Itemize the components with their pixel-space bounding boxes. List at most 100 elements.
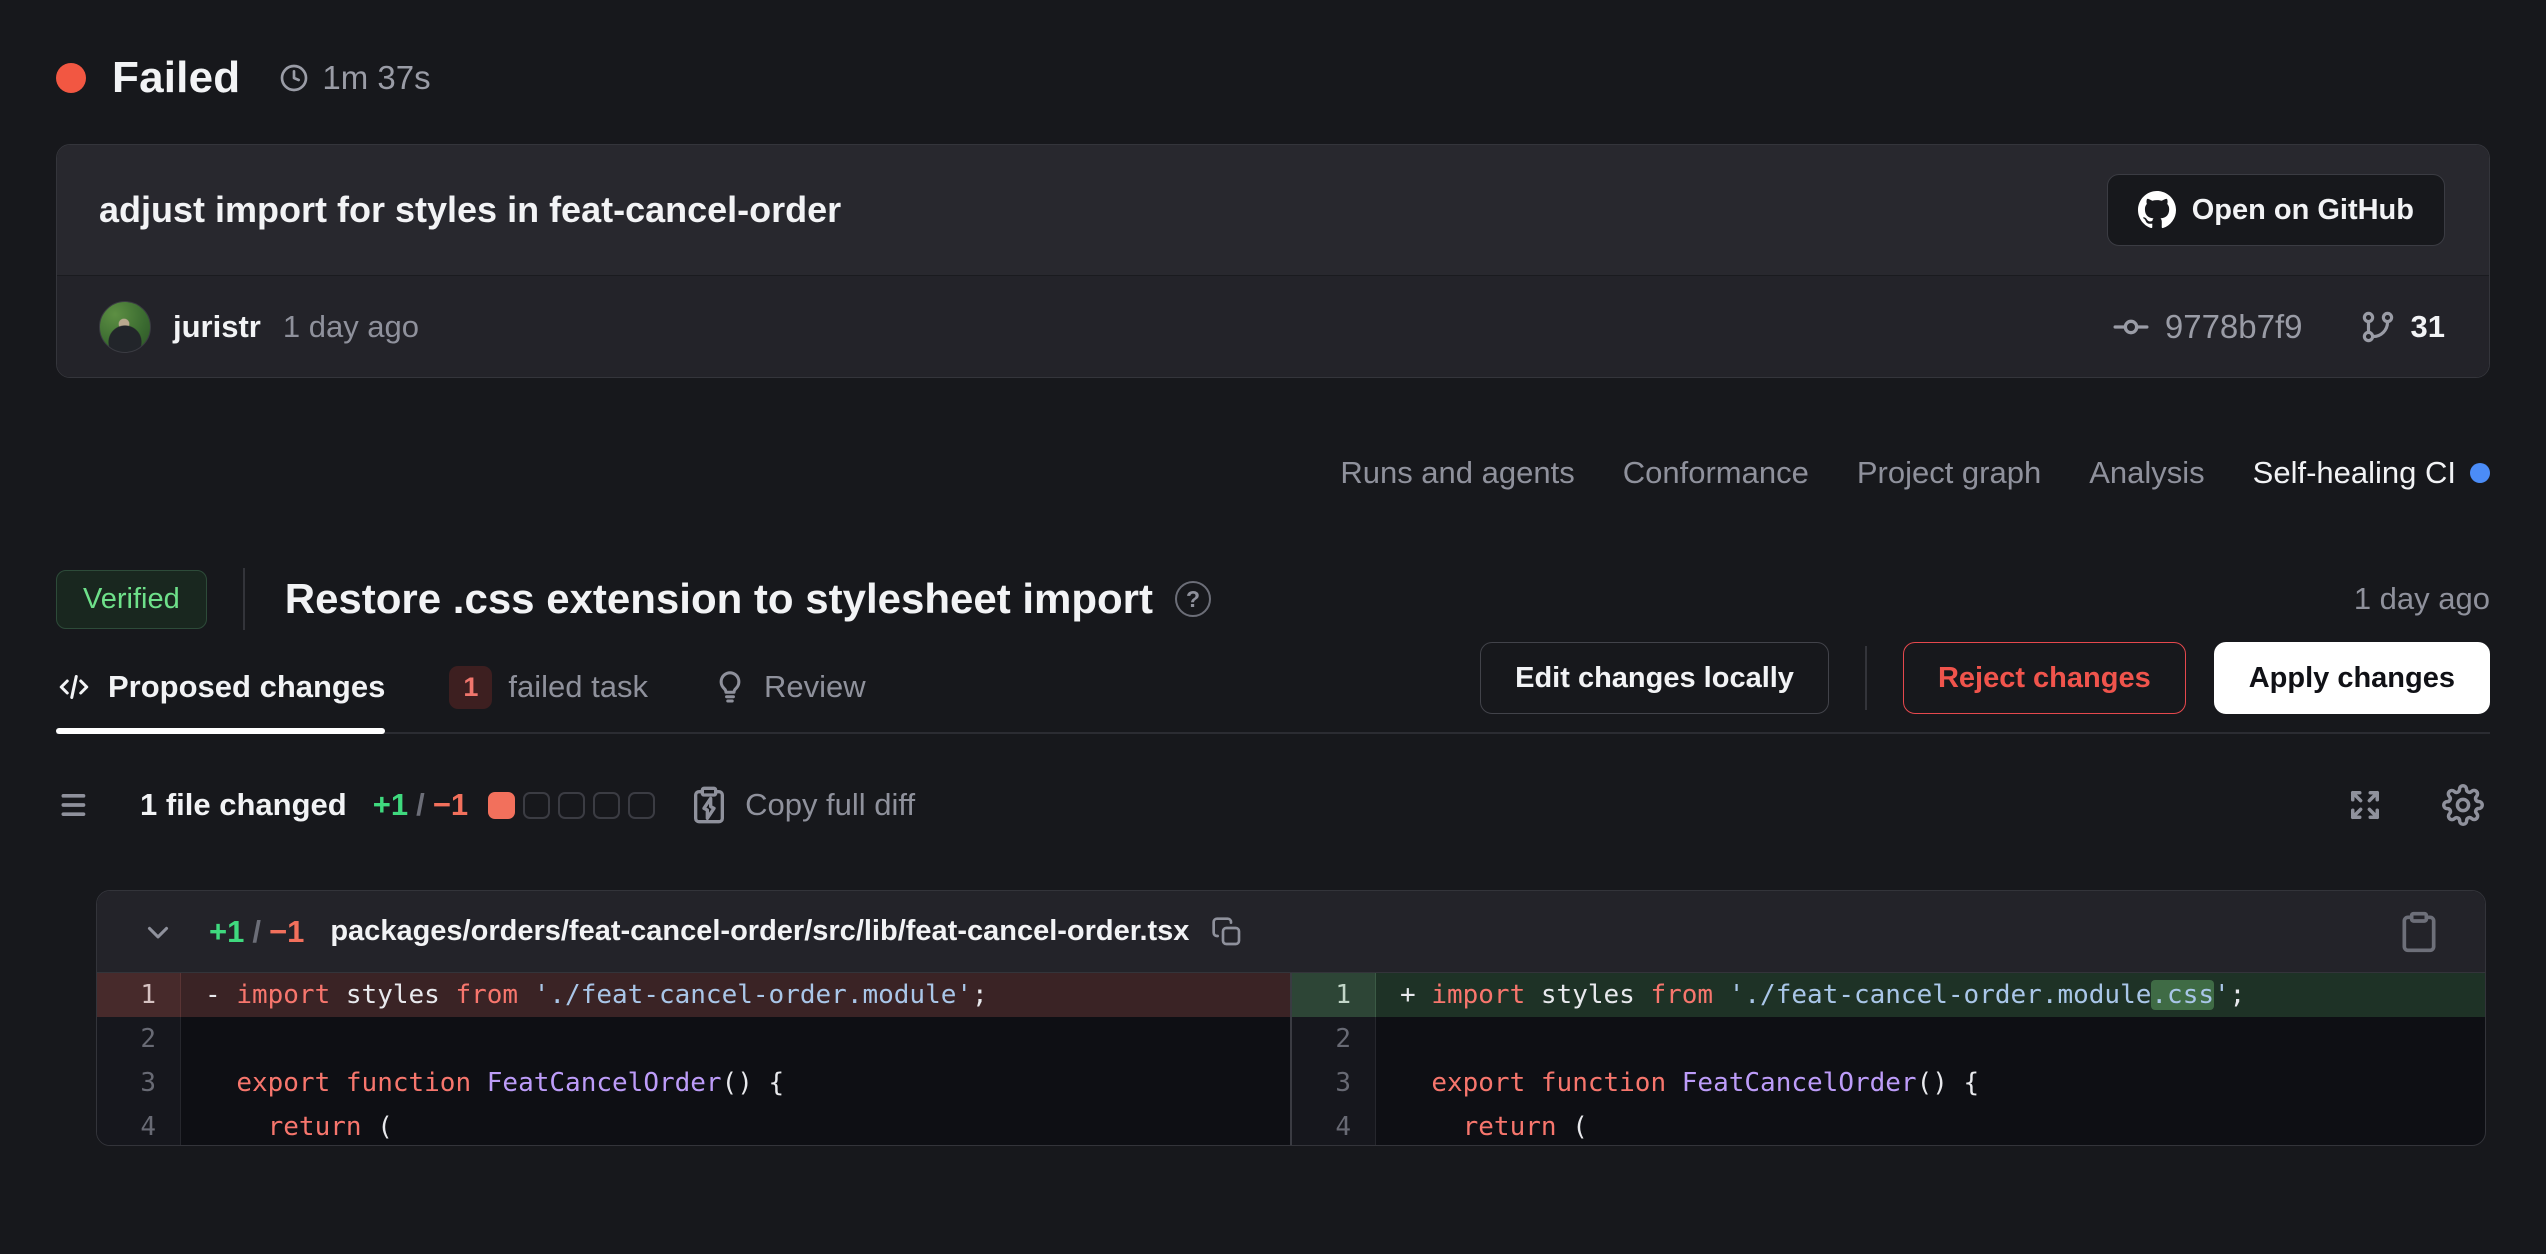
tab-label: failed task	[508, 669, 648, 705]
top-nav: Runs and agents Conformance Project graph A…	[56, 444, 2490, 502]
nav-item-runs-and-agents[interactable]: Runs and agents	[1340, 455, 1574, 491]
lightbulb-icon	[712, 669, 748, 705]
nav-item-project-graph[interactable]: Project graph	[1857, 455, 2041, 491]
open-on-github-button[interactable]: Open on GitHub	[2107, 174, 2445, 246]
author-name: juristr	[173, 309, 261, 345]
apply-changes-button[interactable]: Apply changes	[2214, 642, 2490, 714]
code-text: return (	[181, 1105, 1290, 1145]
branch-count-label: 31	[2411, 309, 2445, 345]
diff-settings-button[interactable]	[2442, 784, 2484, 826]
file-additions: +1	[209, 914, 244, 950]
line-number: 4	[97, 1105, 181, 1145]
expand-diff-button[interactable]	[2344, 784, 2386, 826]
commit-title: adjust import for styles in feat-cancel-…	[99, 189, 841, 231]
tab-review[interactable]: Review	[712, 642, 866, 732]
diff-toolbar-right	[2344, 784, 2490, 826]
failed-count-badge: 1	[449, 666, 492, 709]
verified-badge: Verified	[56, 570, 207, 629]
pipeline-duration: 1m 37s	[278, 59, 430, 97]
diff-line: 3 export function FeatCancelOrder() {	[97, 1061, 1290, 1105]
actions-divider	[1865, 646, 1867, 710]
tab-failed-task[interactable]: 1 failed task	[449, 642, 648, 732]
gear-icon	[2442, 784, 2484, 826]
nav-item-label: Analysis	[2089, 455, 2204, 491]
copy-full-diff-label: Copy full diff	[745, 787, 915, 823]
commit-hash[interactable]: 9778b7f9	[2111, 307, 2303, 347]
diff-line: 4 return (	[97, 1105, 1290, 1145]
collapse-file-button[interactable]	[141, 915, 175, 949]
diff-line: 3 export function FeatCancelOrder() {	[1292, 1061, 2485, 1105]
code-text: export function FeatCancelOrder() {	[1376, 1061, 2485, 1105]
line-number: 3	[97, 1061, 181, 1105]
diff-pane-after: 1+ import styles from './feat-cancel-ord…	[1292, 973, 2485, 1145]
additions-count: +1	[373, 787, 408, 823]
commit-meta: 9778b7f9 31	[2111, 307, 2445, 347]
help-icon[interactable]: ?	[1175, 581, 1211, 617]
copy-file-diff-button[interactable]	[2397, 910, 2441, 954]
fix-time: 1 day ago	[2354, 581, 2490, 617]
diff-line: 2	[97, 1017, 1290, 1061]
copy-full-diff-button[interactable]: Copy full diff	[689, 785, 915, 825]
diff-stat-block	[488, 792, 515, 819]
diff-panel: +1 / −1 packages/orders/feat-cancel-orde…	[96, 890, 2486, 1146]
file-stat-separator: /	[252, 914, 261, 950]
file-list-toggle-button[interactable]	[56, 783, 100, 827]
fix-tabs: Proposed changes 1 failed task Review	[56, 642, 866, 732]
nav-item-analysis[interactable]: Analysis	[2089, 455, 2204, 491]
self-healing-ci-page: Failed 1m 37s adjust import for styles i…	[0, 0, 2546, 1254]
diff-line: 1- import styles from './feat-cancel-ord…	[97, 973, 1290, 1017]
tab-proposed-changes[interactable]: Proposed changes	[56, 642, 385, 732]
code-text: return (	[1376, 1105, 2485, 1145]
diff-stat-block	[558, 792, 585, 819]
clipboard-file-icon	[2397, 910, 2441, 954]
nav-item-conformance[interactable]: Conformance	[1623, 455, 1809, 491]
commit-time: 1 day ago	[283, 309, 419, 345]
tab-label: Review	[764, 669, 866, 705]
pipeline-status-row: Failed 1m 37s	[56, 46, 2490, 110]
tab-label: Proposed changes	[108, 669, 385, 705]
file-deletions: −1	[269, 914, 304, 950]
diff-line: 1+ import styles from './feat-cancel-ord…	[1292, 973, 2485, 1017]
code-text	[1376, 1017, 2485, 1061]
git-branch-icon	[2359, 308, 2397, 346]
nav-item-label: Runs and agents	[1340, 455, 1574, 491]
diff-toolbar: 1 file changed +1 / −1 Copy full diff	[56, 776, 2490, 834]
pipeline-status-label: Failed	[112, 53, 240, 103]
fix-actions: Edit changes locally Reject changes Appl…	[1480, 642, 2490, 732]
chevron-down-icon	[141, 915, 175, 949]
deletions-count: −1	[433, 787, 468, 823]
reject-changes-button[interactable]: Reject changes	[1903, 642, 2186, 714]
commit-hash-label: 9778b7f9	[2165, 308, 2303, 346]
notification-dot	[2470, 463, 2490, 483]
pipeline-duration-label: 1m 37s	[322, 59, 430, 97]
diff-code-area: 1- import styles from './feat-cancel-ord…	[97, 973, 2485, 1145]
code-icon	[56, 669, 92, 705]
open-on-github-label: Open on GitHub	[2192, 194, 2414, 227]
line-number: 4	[1292, 1105, 1376, 1145]
commit-card-header: adjust import for styles in feat-cancel-…	[57, 145, 2489, 275]
commit-author: juristr 1 day ago	[99, 301, 419, 353]
fix-tabs-row: Proposed changes 1 failed task Review Edit …	[56, 642, 2490, 734]
file-path: packages/orders/feat-cancel-order/src/li…	[330, 915, 1189, 948]
nav-item-label: Project graph	[1857, 455, 2041, 491]
fix-title: Restore .css extension to stylesheet imp…	[285, 575, 1153, 623]
branch-count[interactable]: 31	[2359, 308, 2445, 346]
copy-icon	[1211, 916, 1243, 948]
diff-stat-block	[523, 792, 550, 819]
line-number: 2	[1292, 1017, 1376, 1061]
fix-header-row: Verified Restore .css extension to style…	[56, 556, 2490, 642]
diff-stat-blocks	[488, 792, 655, 819]
avatar	[99, 301, 151, 353]
stat-separator: /	[416, 787, 425, 823]
file-stats: +1 / −1	[209, 914, 304, 950]
github-icon	[2138, 191, 2176, 229]
diff-stat-block	[593, 792, 620, 819]
edit-changes-locally-button[interactable]: Edit changes locally	[1480, 642, 1829, 714]
nav-item-self-healing-ci[interactable]: Self-healing CI	[2253, 455, 2490, 491]
clock-icon	[278, 62, 310, 94]
code-text: + import styles from './feat-cancel-orde…	[1376, 973, 2485, 1017]
copy-path-button[interactable]	[1211, 916, 1243, 948]
expand-icon	[2344, 784, 2386, 826]
vertical-divider	[243, 568, 245, 630]
code-text	[181, 1017, 1290, 1061]
